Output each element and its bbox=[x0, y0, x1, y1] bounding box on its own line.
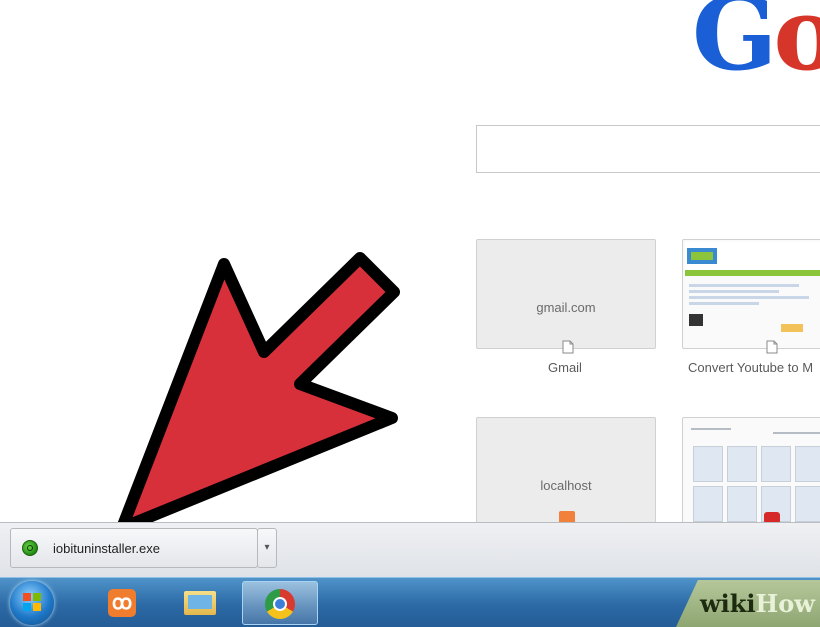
thumbnail-text-line bbox=[689, 302, 759, 305]
thumbnail-cell bbox=[727, 446, 757, 482]
most-visited-tile-gmail[interactable]: gmail.com bbox=[476, 239, 656, 349]
windows-start-button[interactable] bbox=[10, 581, 54, 625]
tile-host: localhost bbox=[540, 478, 592, 493]
iobit-uninstaller-icon bbox=[22, 540, 38, 556]
taskbar-item-explorer[interactable] bbox=[170, 581, 230, 625]
wikihow-watermark: wikiHow bbox=[700, 589, 815, 618]
page-icon bbox=[766, 340, 778, 354]
taskbar-item-chrome[interactable] bbox=[242, 581, 318, 625]
thumbnail-text-line bbox=[689, 284, 799, 287]
download-item[interactable]: iobituninstaller.exe bbox=[10, 528, 258, 568]
thumbnail-cell bbox=[727, 486, 757, 522]
thumbnail-image bbox=[689, 314, 703, 326]
download-menu-button[interactable]: ▾ bbox=[257, 528, 277, 568]
thumbnail-cell bbox=[693, 446, 723, 482]
google-logo: Go bbox=[692, 0, 820, 93]
page-icon bbox=[562, 340, 574, 354]
thumbnail-header bbox=[685, 242, 820, 270]
xampp-icon: ꝏ bbox=[108, 589, 136, 617]
tile-title-gmail[interactable]: Gmail bbox=[548, 360, 582, 375]
tile-host: gmail.com bbox=[536, 300, 596, 315]
thumbnail-cell bbox=[795, 486, 820, 522]
thumbnail-nav-bar bbox=[685, 270, 820, 276]
search-input[interactable] bbox=[476, 125, 820, 173]
thumbnail-cell bbox=[795, 446, 820, 482]
thumbnail-text-line bbox=[691, 428, 731, 430]
thumbnail-text-line bbox=[689, 290, 779, 293]
tile-title-convert-youtube[interactable]: Convert Youtube to M bbox=[688, 360, 813, 375]
thumbnail-text-line bbox=[773, 432, 820, 434]
taskbar-item-xampp[interactable]: ꝏ bbox=[92, 581, 152, 625]
most-visited-tile-4[interactable] bbox=[682, 417, 820, 523]
taskbar: ꝏ wikiHow bbox=[0, 577, 820, 627]
most-visited-tile-localhost[interactable]: localhost bbox=[476, 417, 656, 523]
download-filename: iobituninstaller.exe bbox=[53, 541, 160, 556]
most-visited-tile-convert-youtube[interactable] bbox=[682, 239, 820, 349]
chrome-icon bbox=[265, 589, 295, 619]
windows-start-icon bbox=[23, 593, 41, 611]
thumbnail-button bbox=[781, 324, 803, 332]
download-shelf: iobituninstaller.exe ▾ bbox=[0, 522, 820, 578]
thumbnail-cell bbox=[693, 486, 723, 522]
thumbnail-cell bbox=[761, 446, 791, 482]
folder-icon bbox=[184, 591, 216, 615]
thumbnail-text-line bbox=[689, 296, 809, 299]
